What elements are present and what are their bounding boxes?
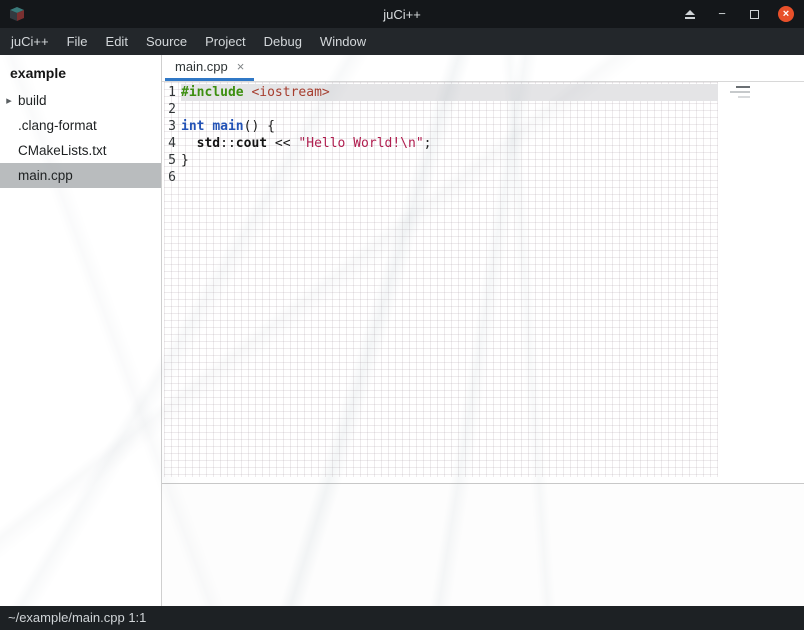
tab-close-icon[interactable]: × bbox=[237, 59, 245, 74]
menubar: juCi++FileEditSourceProjectDebugWindow bbox=[0, 28, 804, 55]
code-token-inc: <iostream> bbox=[251, 85, 329, 100]
tree-item-main-cpp[interactable]: main.cpp bbox=[0, 163, 161, 188]
tree-item-build[interactable]: ▸build bbox=[0, 88, 161, 113]
overview-mark bbox=[738, 96, 750, 98]
overview-mark bbox=[736, 86, 750, 88]
eject-button[interactable] bbox=[682, 6, 698, 22]
code-token-bold: std bbox=[197, 136, 220, 151]
code-token-kw: main bbox=[212, 119, 243, 134]
code-editor[interactable]: 1#include <iostream>23int main() {4 std:… bbox=[162, 82, 804, 483]
code-line-2: 2 bbox=[162, 101, 804, 118]
code-token-plain: () { bbox=[244, 119, 275, 134]
file-tree-panel: example ▸build .clang-format CMakeLists.tx… bbox=[0, 55, 162, 606]
code-token-plain: :: bbox=[220, 136, 236, 151]
code-line-1: 1 #include <iostream> bbox=[162, 84, 804, 101]
code-token-bold: cout bbox=[236, 136, 267, 151]
menu-project[interactable]: Project bbox=[196, 28, 254, 55]
code-token-plain bbox=[181, 136, 197, 151]
titlebar: juCi++ − × bbox=[0, 0, 804, 28]
restore-button[interactable] bbox=[746, 6, 762, 22]
line-content: } bbox=[181, 152, 718, 169]
output-pane[interactable] bbox=[162, 484, 804, 606]
code-token-plain: << bbox=[267, 136, 298, 151]
content-area: example ▸build .clang-format CMakeLists.tx… bbox=[0, 55, 804, 606]
tree-item-label: CMakeLists.txt bbox=[18, 143, 107, 158]
tab-bar: main.cpp × bbox=[162, 55, 804, 82]
menu-window[interactable]: Window bbox=[311, 28, 375, 55]
close-button[interactable]: × bbox=[778, 6, 794, 22]
line-content: #include <iostream> bbox=[181, 84, 718, 101]
tree-item-label: .clang-format bbox=[18, 118, 97, 133]
code-token-preproc: #include bbox=[181, 85, 244, 100]
menu-debug[interactable]: Debug bbox=[255, 28, 311, 55]
tree-item-clang-format[interactable]: .clang-format bbox=[0, 113, 161, 138]
status-bar: ~/example/main.cpp 1:1 bbox=[0, 606, 804, 630]
app-window: juCi++ − × juCi++FileEditSourceProjectDe… bbox=[0, 0, 804, 630]
menu-juci[interactable]: juCi++ bbox=[2, 28, 58, 55]
line-number: 6 bbox=[162, 169, 176, 186]
eject-icon bbox=[685, 10, 695, 15]
project-root-label: example bbox=[0, 59, 161, 88]
tree-item-cmakelists-txt[interactable]: CMakeLists.txt bbox=[0, 138, 161, 163]
line-content bbox=[181, 101, 718, 118]
line-number: 1 bbox=[162, 84, 176, 101]
code-line-4: 4 std::cout << "Hello World!\n"; bbox=[162, 135, 804, 152]
cursor-position: ~/example/main.cpp 1:1 bbox=[8, 610, 146, 625]
restore-icon bbox=[750, 10, 759, 19]
menu-file[interactable]: File bbox=[58, 28, 97, 55]
tree-item-label: main.cpp bbox=[18, 168, 73, 183]
line-number: 5 bbox=[162, 152, 176, 169]
tab-main-cpp[interactable]: main.cpp × bbox=[165, 55, 254, 81]
menu-edit[interactable]: Edit bbox=[97, 28, 137, 55]
editor-pane: main.cpp × 1 #include <iostream> 23 int mai… bbox=[162, 55, 804, 606]
code-token-plain: ; bbox=[424, 136, 432, 151]
line-number: 4 bbox=[162, 135, 176, 152]
file-tree: ▸build .clang-format CMakeLists.txt main.cp… bbox=[0, 88, 161, 188]
tab-label: main.cpp bbox=[175, 59, 228, 74]
line-content bbox=[181, 169, 718, 186]
eject-icon-bar bbox=[685, 17, 695, 19]
app-icon bbox=[8, 5, 26, 23]
window-controls: − × bbox=[682, 0, 794, 28]
expander-icon[interactable]: ▸ bbox=[0, 94, 18, 107]
overview-mark bbox=[730, 91, 750, 93]
code-line-5: 5} bbox=[162, 152, 804, 169]
menu-source[interactable]: Source bbox=[137, 28, 196, 55]
code-token-kw: int bbox=[181, 119, 204, 134]
line-number: 3 bbox=[162, 118, 176, 135]
code-lines: 1#include <iostream>23int main() {4 std:… bbox=[162, 82, 804, 186]
overview-map bbox=[726, 86, 750, 101]
line-content: std::cout << "Hello World!\n"; bbox=[181, 135, 718, 152]
tree-item-label: build bbox=[18, 93, 47, 108]
minimize-icon: − bbox=[718, 6, 726, 22]
code-line-3: 3 int main() { bbox=[162, 118, 804, 135]
line-content: int main() { bbox=[181, 118, 718, 135]
code-line-6: 6 bbox=[162, 169, 804, 186]
line-number: 2 bbox=[162, 101, 176, 118]
minimize-button[interactable]: − bbox=[714, 6, 730, 22]
code-token-str: "Hello World!\n" bbox=[298, 136, 423, 151]
code-token-plain: } bbox=[181, 153, 189, 168]
